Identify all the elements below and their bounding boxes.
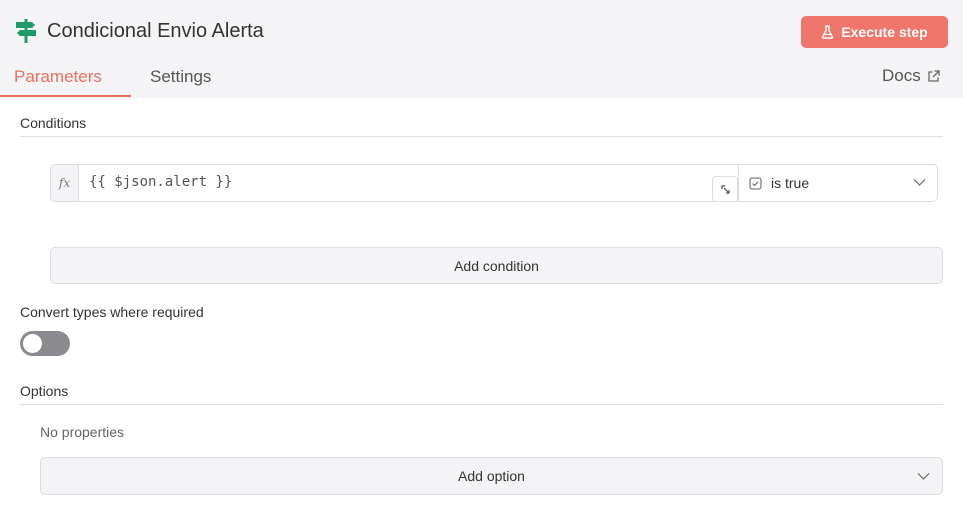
tab-parameters[interactable]: Parameters bbox=[14, 66, 102, 88]
convert-types-toggle[interactable] bbox=[20, 331, 70, 356]
no-properties-text: No properties bbox=[40, 424, 125, 440]
node-title: Condicional Envio Alerta bbox=[47, 20, 264, 42]
expression-mapping-button[interactable] bbox=[712, 176, 738, 202]
external-link-icon bbox=[928, 69, 940, 82]
add-condition-button[interactable]: Add condition bbox=[50, 247, 943, 284]
convert-types-label: Convert types where required bbox=[20, 304, 204, 320]
add-option-label: Add option bbox=[458, 468, 525, 484]
chevron-down-icon[interactable] bbox=[913, 178, 926, 187]
tab-settings[interactable]: Settings bbox=[150, 66, 211, 88]
options-divider bbox=[20, 404, 943, 405]
signpost-icon bbox=[16, 19, 36, 43]
docs-label: Docs bbox=[882, 66, 921, 85]
conditions-divider bbox=[20, 136, 943, 137]
flask-icon bbox=[822, 25, 834, 39]
fx-badge: fx bbox=[51, 165, 79, 201]
toggle-knob bbox=[23, 334, 42, 353]
active-tab-indicator bbox=[0, 95, 131, 97]
execute-step-label: Execute step bbox=[841, 24, 928, 40]
operator-separator bbox=[738, 165, 739, 201]
chevron-down-icon bbox=[917, 473, 930, 480]
condition-expression-input[interactable]: {{ $json.alert }} bbox=[89, 174, 232, 190]
execute-step-button[interactable]: Execute step bbox=[801, 16, 948, 48]
conditions-label: Conditions bbox=[20, 115, 87, 131]
condition-row: fx {{ $json.alert }} is true bbox=[50, 164, 938, 202]
node-header: Condicional Envio Alerta Execute step Pa… bbox=[0, 0, 963, 98]
options-label: Options bbox=[20, 383, 69, 399]
drag-mapping-icon bbox=[720, 184, 730, 194]
checkbox-icon bbox=[749, 177, 762, 190]
add-option-dropdown[interactable]: Add option bbox=[40, 457, 943, 495]
docs-link[interactable]: Docs bbox=[882, 66, 940, 86]
operator-select[interactable]: is true bbox=[771, 175, 809, 191]
